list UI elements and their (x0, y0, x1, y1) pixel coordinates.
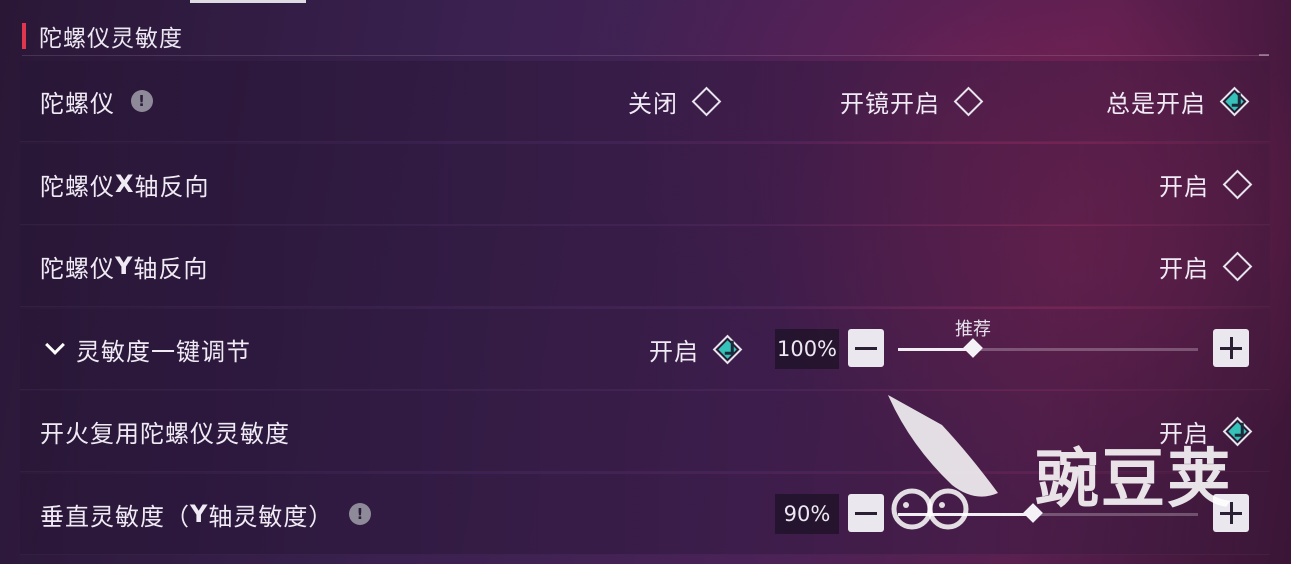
gyro-option-always-label: 总是开启 (1106, 89, 1206, 118)
one-key-decrease-button[interactable] (848, 329, 884, 367)
gyro-option-scope-label: 开镜开启 (840, 89, 940, 118)
vertical-sensitivity-label: 垂直灵敏度（ Y 轴灵敏度） ! (40, 474, 372, 554)
minus-icon (855, 511, 877, 515)
gyro-mode-label-text: 陀螺仪 (40, 89, 115, 118)
one-key-sensitivity-toggle-label: 开启 (649, 337, 699, 366)
vertical-slider-fill (898, 513, 1033, 516)
chevron-down-icon[interactable] (45, 335, 65, 355)
one-key-sensitivity-slider[interactable]: 推荐 (898, 319, 1198, 358)
gyro-option-always[interactable]: 总是开启 (1106, 61, 1250, 141)
vertical-decrease-button[interactable] (848, 494, 884, 532)
gyro-invert-y-label-post: 轴反向 (133, 254, 209, 283)
info-icon[interactable]: ! (131, 90, 153, 112)
section-title: 陀螺仪灵敏度 (39, 26, 183, 52)
gyro-invert-x-label-pre: 陀螺仪 (40, 172, 115, 201)
gyro-option-off[interactable]: 关闭 (628, 61, 722, 141)
gyro-invert-y-toggle[interactable]: 开启 (1159, 226, 1253, 306)
gyro-mode-row: 陀螺仪 ! 关闭 开镜开启 总是开启 (20, 61, 1270, 142)
gyro-mode-label: 陀螺仪 ! (40, 61, 153, 141)
vertical-sensitivity-label-pre: 垂直灵敏度（ (40, 502, 190, 531)
one-key-sensitivity-value: 100% (775, 329, 839, 369)
plus-icon-v (1229, 337, 1233, 359)
one-key-slider-handle[interactable] (963, 338, 983, 358)
active-tab-indicator (190, 0, 306, 3)
gyro-invert-y-label: 陀螺仪 Y 轴反向 (40, 226, 208, 306)
one-key-sensitivity-row: 灵敏度一键调节 开启 100% 推荐 (20, 309, 1270, 390)
watermark-text: 豌豆荚 (1035, 443, 1233, 517)
vertical-sensitivity-value: 90% (775, 494, 839, 534)
vertical-sensitivity-label-axis: Y (190, 500, 209, 528)
one-key-sensitivity-expander[interactable]: 灵敏度一键调节 (40, 309, 251, 389)
one-key-sensitivity-label: 灵敏度一键调节 (76, 337, 251, 366)
section-divider (22, 54, 1269, 56)
gyro-invert-x-label-axis: X (115, 170, 135, 198)
gyro-invert-x-toggle[interactable]: 开启 (1159, 144, 1253, 224)
gyro-invert-x-label: 陀螺仪 X 轴反向 (40, 144, 210, 224)
recommended-marker-label: 推荐 (955, 319, 991, 340)
info-icon[interactable]: ! (349, 503, 372, 525)
gyro-invert-x-toggle-label: 开启 (1159, 172, 1209, 201)
vertical-sensitivity-label-post: 轴灵敏度） (208, 502, 334, 531)
gyro-option-always-checkbox[interactable] (1219, 86, 1250, 116)
gyro-invert-y-row: 陀螺仪 Y 轴反向 开启 (20, 226, 1270, 307)
gyro-invert-y-label-axis: Y (115, 252, 134, 280)
gyro-option-off-checkbox[interactable] (691, 86, 722, 116)
gyro-option-off-label: 关闭 (628, 89, 678, 118)
gyro-invert-x-row: 陀螺仪 X 轴反向 开启 (20, 144, 1270, 225)
one-key-slider-fill (898, 348, 973, 351)
gyro-invert-y-checkbox[interactable] (1222, 251, 1253, 281)
gyro-invert-y-label-pre: 陀螺仪 (40, 254, 115, 283)
gyro-invert-y-toggle-label: 开启 (1159, 254, 1209, 283)
minus-icon (855, 346, 877, 350)
one-key-sensitivity-toggle[interactable]: 开启 (649, 309, 743, 389)
gyro-option-scope[interactable]: 开镜开启 (840, 61, 984, 141)
section-accent-bar (22, 23, 26, 49)
section-header: 陀螺仪灵敏度 (22, 20, 183, 52)
one-key-sensitivity-checkbox[interactable] (712, 334, 743, 364)
gyro-option-scope-checkbox[interactable] (953, 86, 984, 116)
gyro-invert-x-label-post: 轴反向 (134, 172, 210, 201)
fire-reuse-gyro-label: 开火复用陀螺仪灵敏度 (40, 419, 290, 448)
gyro-invert-x-checkbox[interactable] (1222, 169, 1253, 199)
one-key-increase-button[interactable] (1213, 329, 1249, 367)
